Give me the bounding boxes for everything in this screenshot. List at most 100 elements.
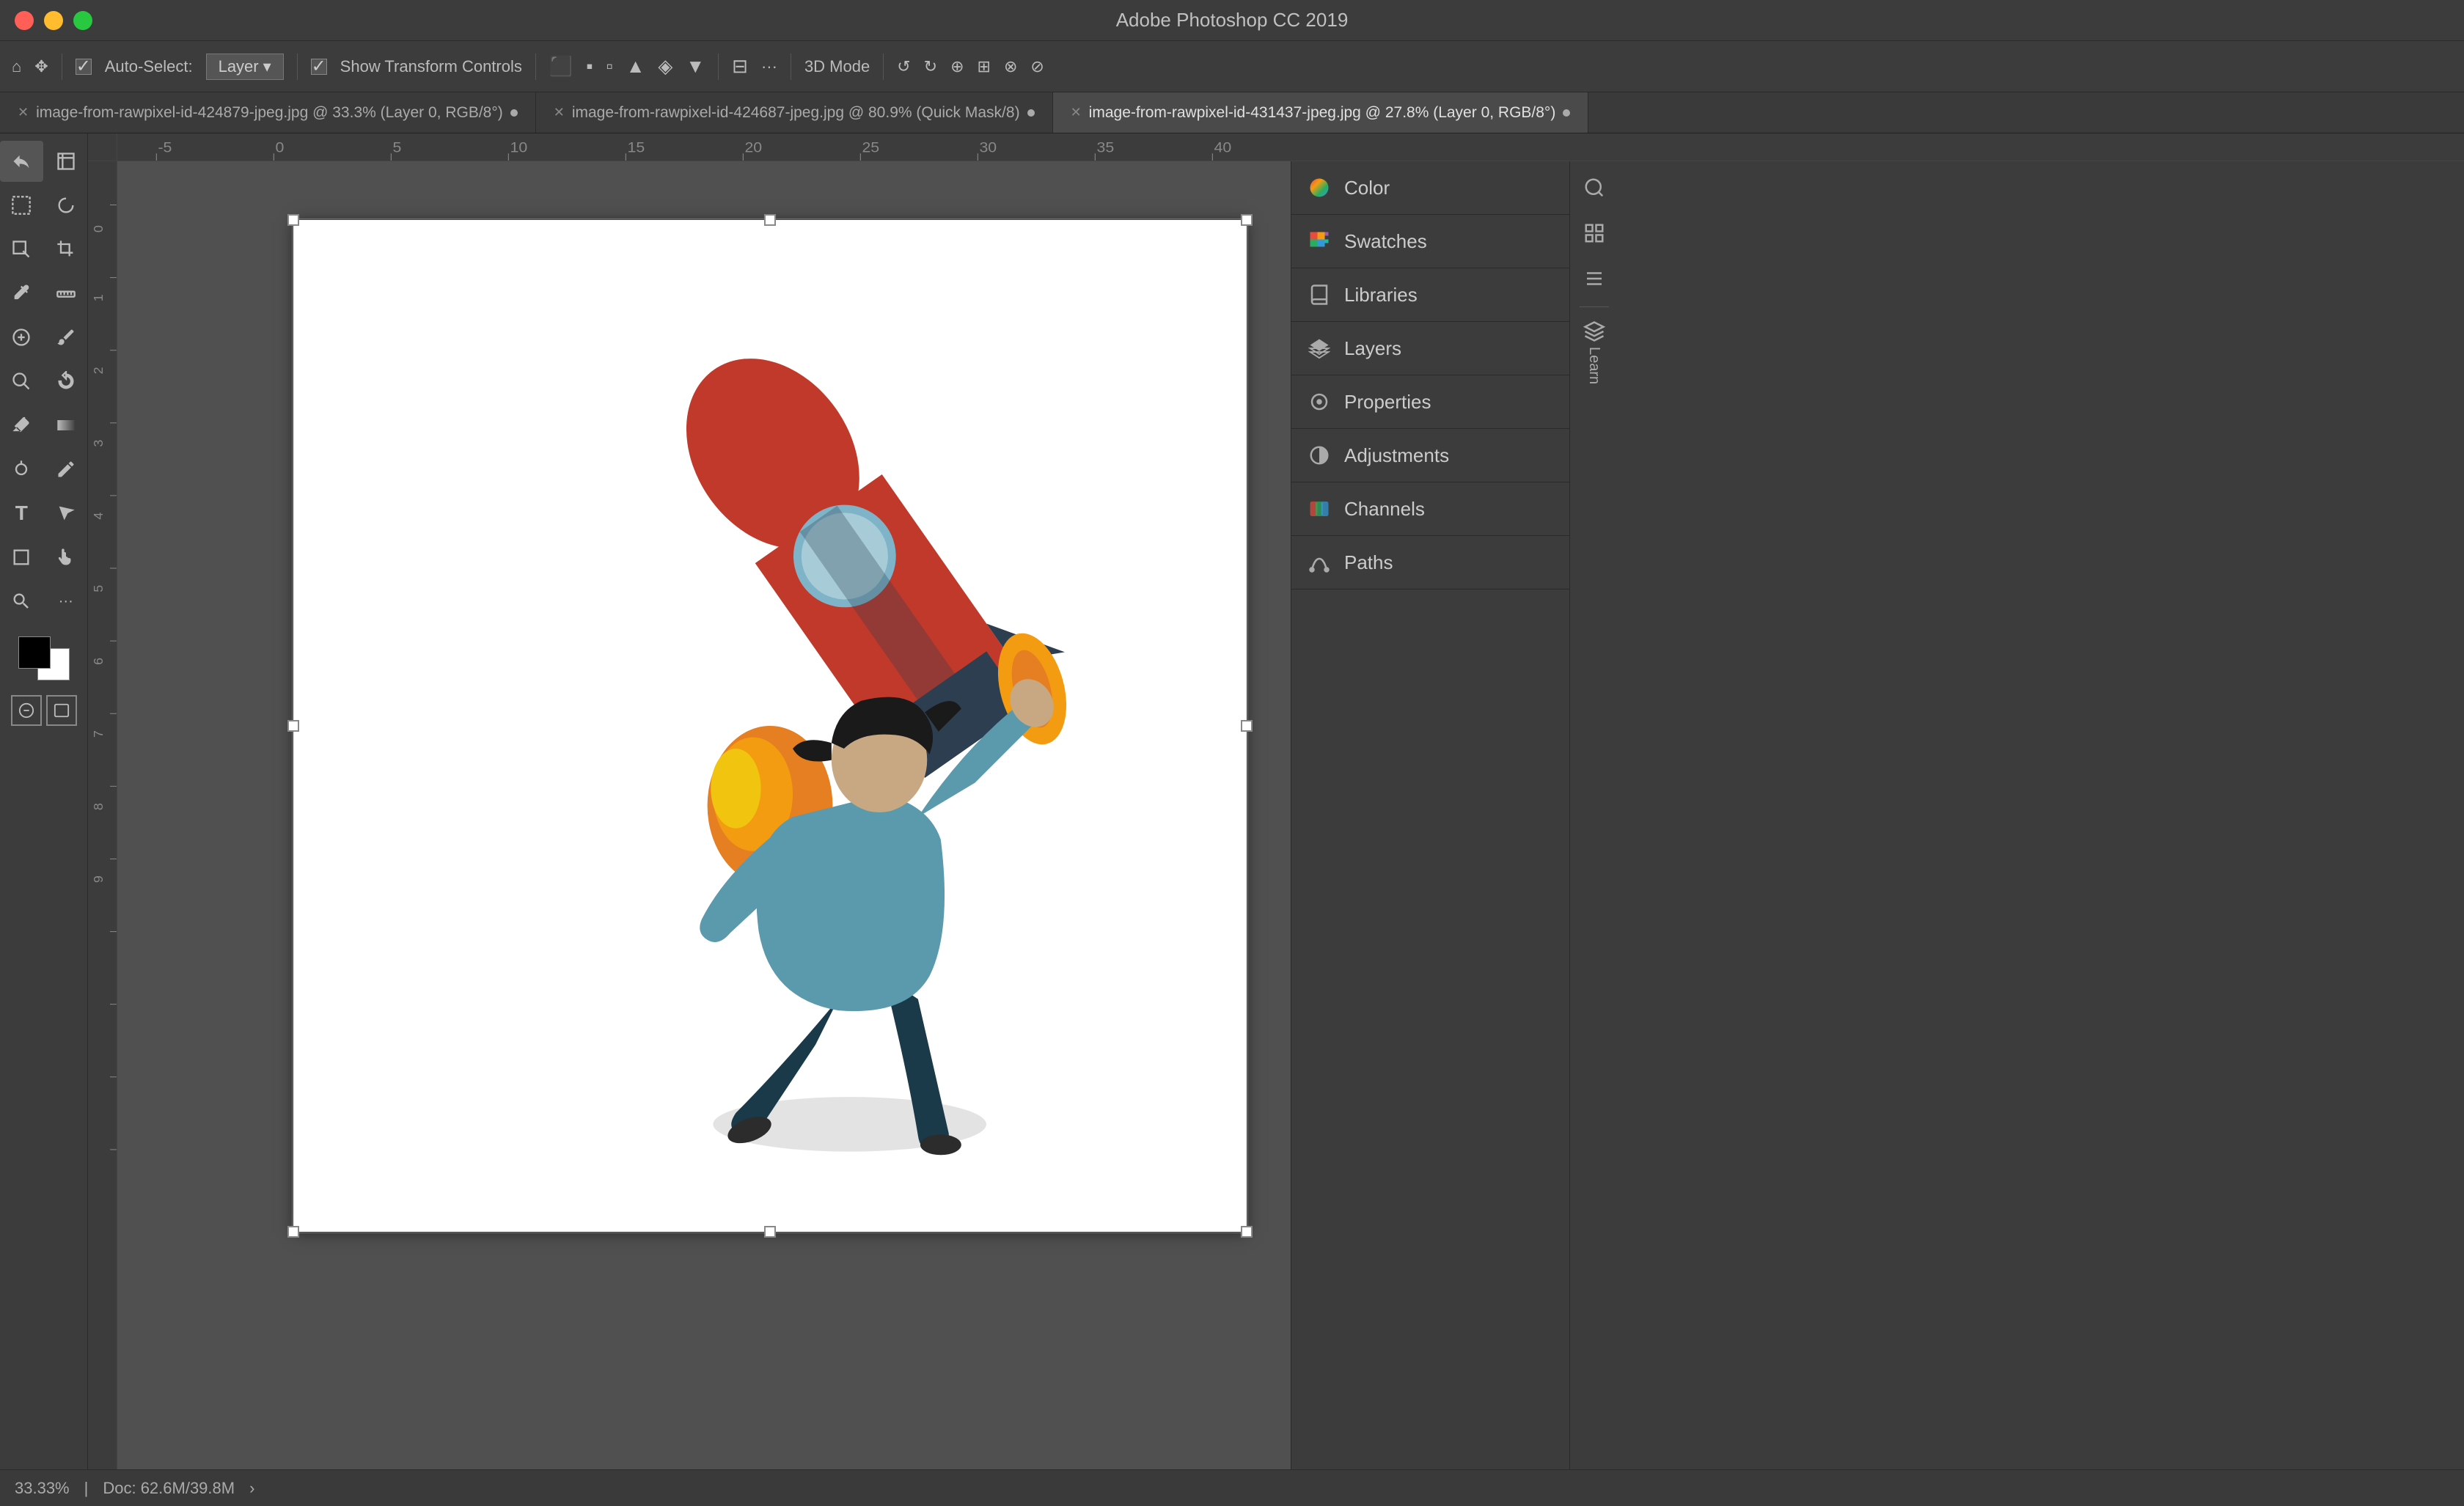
paths-panel-row[interactable]: Paths [1291, 536, 1569, 589]
minimize-button[interactable] [44, 11, 63, 30]
align-top-icon[interactable]: ▲ [626, 55, 645, 78]
svg-text:1: 1 [91, 294, 106, 301]
align-right-icon[interactable]: ▫ [606, 55, 612, 78]
tab-2[interactable]: ✕ image-from-rawpixel-id-424687-jpeg.jpg… [536, 92, 1053, 133]
transform-handle-bl[interactable] [287, 1226, 299, 1238]
svg-text:40: 40 [1214, 140, 1231, 155]
tab-3-label: image-from-rawpixel-id-431437-jpeg.jpg @… [1089, 104, 1556, 122]
libraries-panel-row[interactable]: Libraries [1291, 268, 1569, 321]
tab-1[interactable]: ✕ image-from-rawpixel-id-424879-jpeg.jpg… [0, 92, 536, 133]
lasso-tool[interactable] [45, 185, 88, 226]
home-button[interactable]: ⌂ [12, 57, 21, 76]
transform-handle-tr[interactable] [1241, 214, 1253, 226]
eraser-tool[interactable] [0, 405, 43, 446]
tab-3[interactable]: ✕ image-from-rawpixel-id-431437-jpeg.jpg… [1053, 92, 1589, 133]
marquee-tool[interactable] [0, 185, 43, 226]
move-tool[interactable] [0, 141, 43, 182]
3d-mode-label[interactable]: 3D Mode [804, 57, 870, 76]
svg-text:5: 5 [392, 140, 401, 155]
tab-3-close[interactable]: ✕ [1071, 105, 1082, 120]
tab-1-label: image-from-rawpixel-id-424879-jpeg.jpg @… [36, 104, 503, 122]
quick-mask-icon[interactable] [11, 695, 42, 726]
adjustments-panel-icon [1306, 442, 1332, 469]
undo-icon[interactable]: ↺ [897, 57, 910, 76]
ruler-corner [88, 133, 117, 161]
transform-handle-ml[interactable] [287, 720, 299, 732]
filter-icon[interactable]: ⊘ [1030, 57, 1044, 76]
svg-text:6: 6 [91, 658, 106, 665]
gradient-tool[interactable] [45, 405, 88, 446]
align-icon[interactable]: ⊕ [950, 57, 964, 76]
zoom-tool[interactable] [0, 581, 43, 622]
distribute-icons[interactable]: ⊟ [732, 55, 748, 78]
channels-panel-section: Channels [1291, 482, 1569, 536]
svg-text:10: 10 [510, 140, 527, 155]
align-left-icon[interactable]: ⬛ [549, 55, 573, 78]
channels-panel-icon [1306, 496, 1332, 522]
properties-label: Properties [1344, 391, 1431, 414]
show-transform-checkbox[interactable]: ✓ [311, 59, 327, 75]
align-center-v-icon[interactable]: ◈ [658, 55, 672, 78]
arrange-icon[interactable]: ⊗ [1004, 57, 1017, 76]
close-button[interactable] [15, 11, 34, 30]
layers-panel-row[interactable]: Layers [1291, 322, 1569, 375]
history-brush-tool[interactable] [45, 361, 88, 402]
align-center-h-icon[interactable]: ▪ [586, 55, 593, 78]
transform-handle-bc[interactable] [764, 1226, 776, 1238]
brush-tool[interactable] [45, 317, 88, 358]
dodge-tool[interactable] [0, 449, 43, 490]
artboard-tool[interactable] [45, 141, 88, 182]
svg-text:4: 4 [91, 513, 106, 520]
more-options-icon[interactable]: ··· [761, 57, 777, 76]
align-bottom-icon[interactable]: ▼ [686, 55, 705, 78]
layer-dropdown[interactable]: Layer ▾ [206, 54, 284, 80]
main-area: T ··· [0, 133, 2464, 1469]
ruler-vertical: 0 1 2 3 4 5 6 7 [88, 161, 117, 1469]
eyedropper-tool[interactable] [0, 273, 43, 314]
auto-select-checkbox[interactable]: ✓ [76, 59, 92, 75]
transform-icon[interactable]: ⊞ [978, 57, 991, 76]
right-panel: Color [1291, 161, 1569, 1469]
redo-icon[interactable]: ↻ [924, 57, 937, 76]
transform-handle-mr[interactable] [1241, 720, 1253, 732]
learn-panel-button[interactable]: Learn [1583, 320, 1605, 384]
svg-text:7: 7 [91, 730, 106, 738]
foreground-color-swatch[interactable] [18, 636, 51, 669]
properties-panel-icon [1306, 389, 1332, 415]
extra-tools[interactable]: ··· [45, 581, 88, 622]
tab-3-modified [1563, 109, 1570, 117]
object-select-tool[interactable] [0, 229, 43, 270]
hand-tool[interactable] [45, 537, 88, 578]
color-panel-icon [1306, 175, 1332, 201]
tab-1-close[interactable]: ✕ [18, 105, 29, 120]
crop-tool[interactable] [45, 229, 88, 270]
path-selection-tool[interactable] [45, 493, 88, 534]
clone-stamp-tool[interactable] [0, 361, 43, 402]
channels-panel-row[interactable]: Channels [1291, 482, 1569, 535]
tab-1-modified [510, 109, 518, 117]
svg-text:5: 5 [91, 585, 106, 592]
pen-tool[interactable] [45, 449, 88, 490]
tab-2-close[interactable]: ✕ [554, 105, 565, 120]
transform-handle-tl[interactable] [287, 214, 299, 226]
svg-text:20: 20 [744, 140, 762, 155]
search-panel-button[interactable] [1574, 167, 1615, 208]
color-panel-row[interactable]: Color [1291, 161, 1569, 214]
swatches-panel-row[interactable]: Swatches [1291, 215, 1569, 268]
maximize-button[interactable] [73, 11, 92, 30]
shape-tool[interactable] [0, 537, 43, 578]
canvas-area[interactable] [117, 161, 1291, 1469]
move-tool-button[interactable]: ✥ [34, 57, 48, 76]
layout-panel-button[interactable] [1574, 213, 1615, 254]
adjustments-panel-row[interactable]: Adjustments [1291, 429, 1569, 482]
panels-panel-button[interactable] [1574, 258, 1615, 299]
text-tool[interactable]: T [0, 493, 43, 534]
statusbar-arrow[interactable]: › [249, 1479, 254, 1498]
color-label: Color [1344, 177, 1390, 199]
ruler-tool[interactable] [45, 273, 88, 314]
transform-handle-br[interactable] [1241, 1226, 1253, 1238]
screen-mode-icon[interactable] [46, 695, 77, 726]
transform-handle-tc[interactable] [764, 214, 776, 226]
healing-tool[interactable] [0, 317, 43, 358]
properties-panel-row[interactable]: Properties [1291, 375, 1569, 428]
